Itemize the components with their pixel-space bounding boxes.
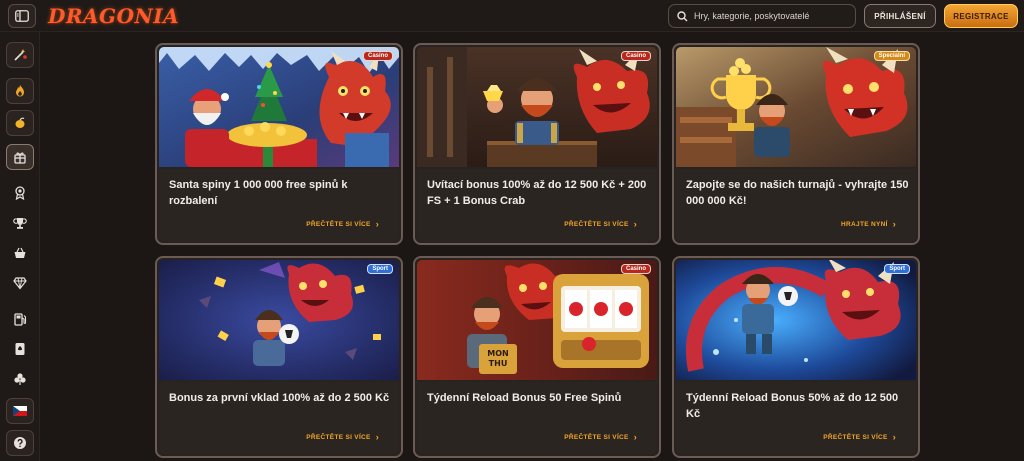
site-logo[interactable]: DRAGONIA — [48, 3, 179, 29]
first-deposit-illustration — [159, 260, 399, 380]
promo-body: Týdenní Reload Bonus 50 Free Spinů PŘEČT… — [417, 382, 657, 454]
sidebar-item-slots[interactable] — [6, 110, 34, 136]
sidebar-item-shop[interactable] — [6, 240, 34, 266]
search-box[interactable] — [668, 4, 856, 28]
basket-icon — [14, 247, 26, 258]
sidebar-toggle-button[interactable] — [8, 4, 36, 28]
sidebar-item-virtual[interactable] — [6, 306, 34, 332]
weekly-reload-illustration — [676, 260, 916, 380]
promo-image-first-deposit: Sport — [159, 260, 399, 380]
play-now-link[interactable]: HRAJTE NYNÍ › — [841, 219, 896, 229]
sidebar-item-language[interactable] — [6, 398, 34, 424]
sidebar-item-awards[interactable] — [6, 180, 34, 206]
read-more-label: PŘEČTĚTE SI VÍCE — [306, 433, 371, 441]
read-more-label: PŘEČTĚTE SI VÍCE — [823, 433, 888, 441]
sidebar — [0, 32, 40, 461]
sidebar-toggle-icon — [15, 10, 29, 22]
promo-image-weekly-spins: MON THU Casino — [417, 260, 657, 380]
read-more-label: PŘEČTĚTE SI VÍCE — [564, 433, 629, 441]
category-badge: Specialní — [873, 51, 910, 61]
mon-thu-sign-line2: THU — [488, 359, 508, 368]
promo-card[interactable]: Casino Uvítací bonus 100% až do 12 500 K… — [413, 43, 661, 245]
promo-title: Týdenní Reload Bonus 50 Free Spinů — [427, 392, 622, 404]
magic-wand-icon — [14, 49, 27, 61]
help-icon — [14, 437, 26, 449]
sidebar-item-hot[interactable] — [6, 78, 34, 104]
promo-title: Santa spiny 1 000 000 free spinů k rozba… — [169, 179, 348, 207]
sidebar-item-live[interactable] — [6, 366, 34, 392]
promo-card[interactable]: Specialní Zapojte se do našich turnajů -… — [672, 43, 920, 245]
gift-icon — [14, 152, 26, 164]
read-more-link[interactable]: PŘEČTĚTE SI VÍCE › — [306, 219, 379, 229]
mon-thu-sign: MON THU — [479, 344, 517, 374]
promo-image-welcome: Casino — [417, 47, 657, 167]
read-more-link[interactable]: PŘEČTĚTE SI VÍCE › — [823, 432, 896, 442]
lemon-icon — [15, 117, 25, 128]
category-badge: Sport — [884, 264, 910, 274]
welcome-bonus-illustration — [417, 47, 657, 167]
sidebar-item-vip[interactable] — [6, 270, 34, 296]
chevron-right-icon: › — [633, 219, 637, 229]
card-icon — [15, 343, 25, 355]
sidebar-item-promotions[interactable] — [6, 144, 34, 170]
read-more-link[interactable]: PŘEČTĚTE SI VÍCE › — [564, 432, 637, 442]
chevron-right-icon: › — [892, 219, 896, 229]
promo-title: Týdenní Reload Bonus 50% až do 12 500 Kč — [686, 392, 899, 420]
fuel-icon — [14, 313, 27, 326]
weekly-spins-illustration — [417, 260, 657, 380]
sidebar-item-tournaments[interactable] — [6, 210, 34, 236]
promo-body: Santa spiny 1 000 000 free spinů k rozba… — [159, 169, 399, 241]
category-badge: Sport — [367, 264, 393, 274]
promo-card[interactable]: MON THU Casino Týdenní Reload Bonus 50 F… — [413, 256, 661, 458]
promo-card[interactable]: Casino Santa spiny 1 000 000 free spinů … — [155, 43, 403, 245]
search-icon — [677, 10, 688, 21]
clover-icon — [14, 373, 26, 385]
category-badge: Casino — [362, 51, 393, 61]
mon-thu-sign-line1: MON — [487, 349, 509, 358]
promo-title: Zapojte se do našich turnajů - vyhrajte … — [686, 179, 909, 207]
promo-title: Uvítací bonus 100% až do 12 500 Kč + 200… — [427, 179, 647, 207]
promo-body: Týdenní Reload Bonus 50% až do 12 500 Kč… — [676, 382, 916, 454]
top-bar: DRAGONIA PŘIHLÁŠENÍ REGISTRACE — [0, 0, 1024, 32]
search-input[interactable] — [694, 11, 854, 21]
promo-card[interactable]: Sport Týdenní Reload Bonus 50% až do 12 … — [672, 256, 920, 458]
promo-image-santa: Casino — [159, 47, 399, 167]
register-button[interactable]: REGISTRACE — [944, 4, 1018, 28]
fire-icon — [16, 85, 24, 97]
play-now-label: HRAJTE NYNÍ — [841, 220, 888, 228]
chevron-right-icon: › — [633, 432, 637, 442]
promo-image-tournaments: Specialní — [676, 47, 916, 167]
login-button[interactable]: PŘIHLÁŠENÍ — [864, 4, 936, 28]
promo-image-weekly-reload: Sport — [676, 260, 916, 380]
read-more-label: PŘEČTĚTE SI VÍCE — [306, 220, 371, 228]
category-badge: Casino — [620, 51, 651, 61]
promo-body: Zapojte se do našich turnajů - vyhrajte … — [676, 169, 916, 241]
santa-spins-illustration — [159, 47, 399, 167]
chevron-right-icon: › — [375, 432, 379, 442]
read-more-link[interactable]: PŘEČTĚTE SI VÍCE › — [564, 219, 637, 229]
promo-body: Bonus za první vklad 100% až do 2 500 Kč… — [159, 382, 399, 454]
diamond-icon — [13, 277, 27, 290]
promo-card[interactable]: Sport Bonus za první vklad 100% až do 2 … — [155, 256, 403, 458]
chevron-right-icon: › — [375, 219, 379, 229]
promo-body: Uvítací bonus 100% až do 12 500 Kč + 200… — [417, 169, 657, 241]
read-more-label: PŘEČTĚTE SI VÍCE — [564, 220, 629, 228]
read-more-link[interactable]: PŘEČTĚTE SI VÍCE › — [306, 432, 379, 442]
tournaments-illustration — [676, 47, 916, 167]
award-icon — [15, 186, 25, 200]
sidebar-item-magic[interactable] — [6, 42, 34, 68]
promo-title: Bonus za první vklad 100% až do 2 500 Kč — [169, 392, 390, 404]
trophy-icon — [13, 218, 27, 229]
sidebar-item-help[interactable] — [6, 430, 34, 456]
category-badge: Casino — [620, 264, 651, 274]
sidebar-item-cards[interactable] — [6, 336, 34, 362]
chevron-right-icon: › — [892, 432, 896, 442]
czech-flag-icon — [13, 406, 27, 416]
